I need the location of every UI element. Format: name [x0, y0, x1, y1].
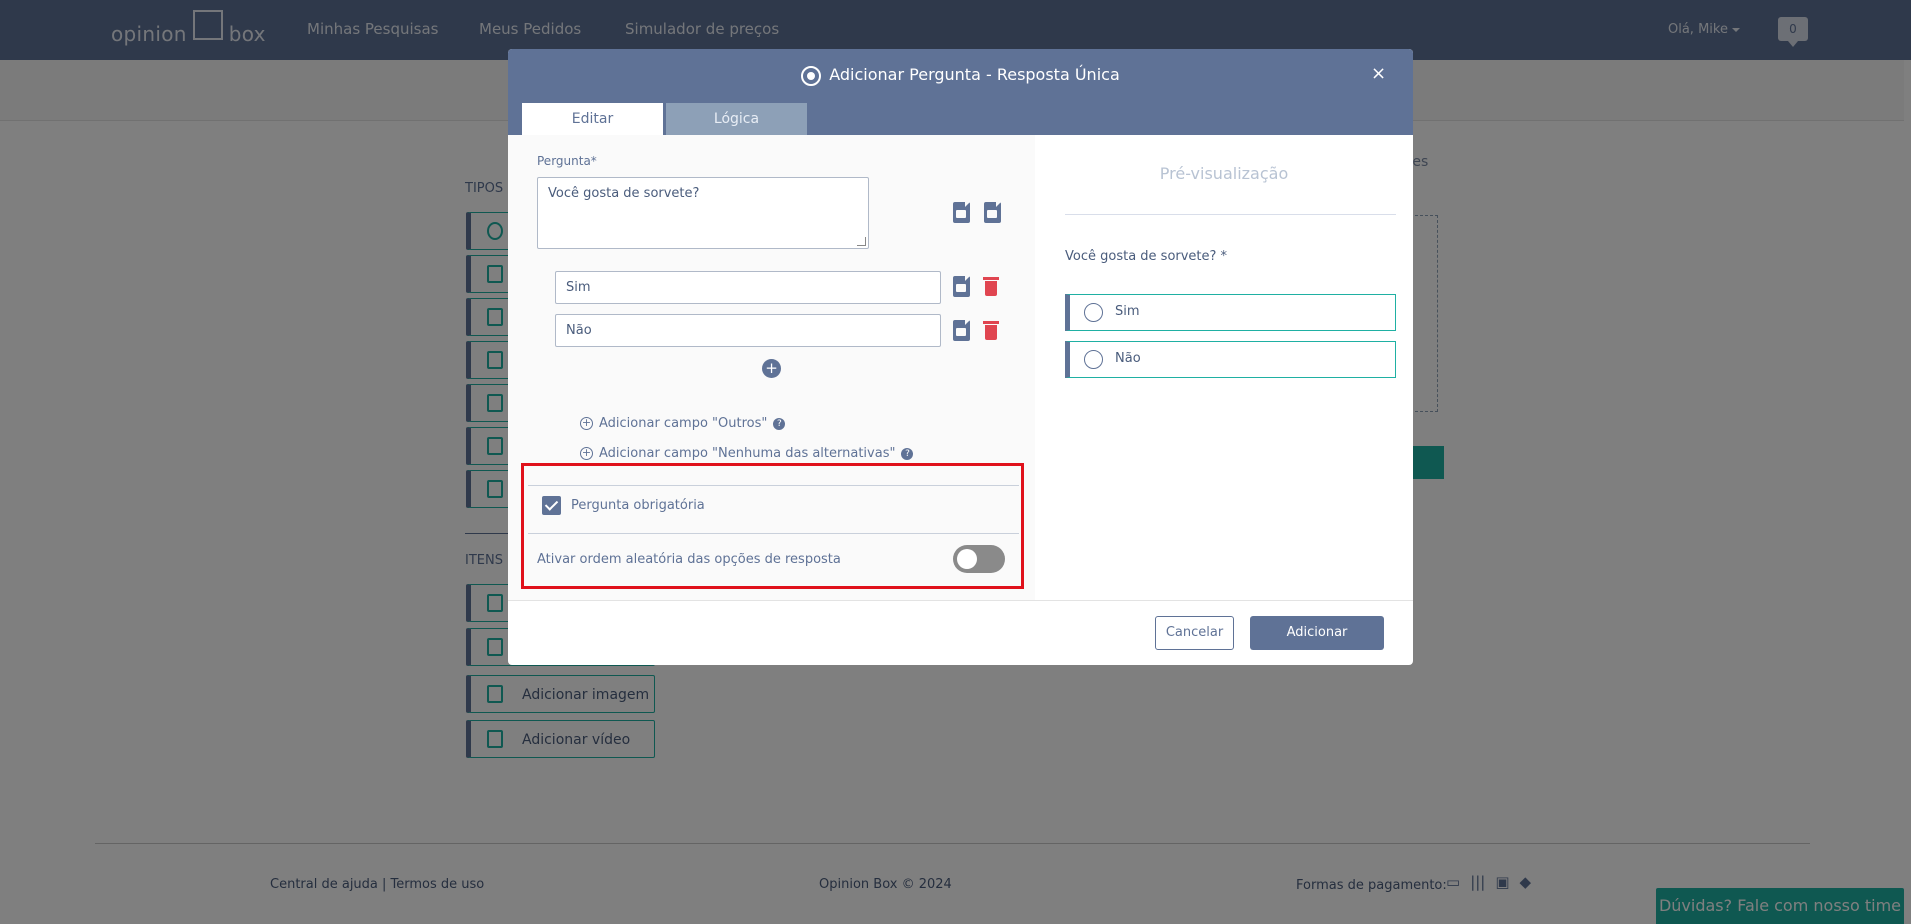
- add-other-field-link[interactable]: + Adicionar campo "Outros"?: [580, 416, 786, 431]
- delete-answer-icon[interactable]: [983, 277, 999, 297]
- answer-image-icon[interactable]: [953, 276, 970, 297]
- answer-input-sim[interactable]: Sim: [555, 271, 941, 304]
- add-other-label: Adicionar campo "Outros": [599, 416, 768, 431]
- answer-text: Sim: [566, 280, 591, 295]
- add-answer-icon[interactable]: +: [762, 359, 781, 378]
- add-none-label: Adicionar campo "Nenhuma das alternativa…: [599, 446, 896, 461]
- radio-icon: [1084, 350, 1103, 369]
- close-icon[interactable]: ×: [1371, 63, 1386, 84]
- preview-option[interactable]: Não: [1065, 341, 1396, 378]
- preview-question: Você gosta de sorvete? *: [1065, 249, 1228, 264]
- answer-text: Não: [566, 323, 592, 338]
- add-button[interactable]: Adicionar: [1250, 616, 1384, 650]
- preview-title: Pré-visualização: [1159, 164, 1289, 183]
- add-video-icon[interactable]: [984, 202, 1001, 223]
- delete-answer-icon[interactable]: [983, 321, 999, 341]
- modal-title-text: Adicionar Pergunta - Resposta Única: [829, 65, 1120, 84]
- help-icon[interactable]: ?: [901, 447, 914, 460]
- add-question-modal: Adicionar Pergunta - Resposta Única × Ed…: [508, 49, 1413, 665]
- add-none-field-link[interactable]: + Adicionar campo "Nenhuma das alternativ…: [580, 446, 914, 461]
- answer-image-icon[interactable]: [953, 320, 970, 341]
- modal-header: Adicionar Pergunta - Resposta Única × Ed…: [508, 49, 1413, 135]
- modal-title: Adicionar Pergunta - Resposta Única: [508, 65, 1413, 86]
- radio-icon: [1084, 303, 1103, 322]
- plus-circle-icon: +: [580, 416, 593, 430]
- help-icon[interactable]: ?: [773, 417, 786, 430]
- preview-option[interactable]: Sim: [1065, 294, 1396, 331]
- add-image-icon[interactable]: [953, 202, 970, 223]
- highlight-box: [521, 463, 1024, 589]
- plus-circle-icon: +: [580, 446, 593, 460]
- radio-icon: [801, 65, 822, 86]
- tab-editar[interactable]: Editar: [522, 103, 663, 135]
- answer-input-nao[interactable]: Não: [555, 314, 941, 347]
- resize-handle-icon[interactable]: [857, 237, 866, 246]
- question-field-label: Pergunta*: [537, 154, 597, 168]
- modal-footer-divider: [508, 600, 1413, 601]
- question-textarea[interactable]: Você gosta de sorvete?: [537, 177, 869, 249]
- tab-logica[interactable]: Lógica: [666, 103, 807, 135]
- preview-option-label: Não: [1115, 351, 1141, 366]
- cancel-button[interactable]: Cancelar: [1155, 616, 1234, 650]
- question-text: Você gosta de sorvete?: [548, 186, 700, 201]
- preview-option-label: Sim: [1115, 304, 1140, 319]
- preview-divider: [1065, 214, 1396, 215]
